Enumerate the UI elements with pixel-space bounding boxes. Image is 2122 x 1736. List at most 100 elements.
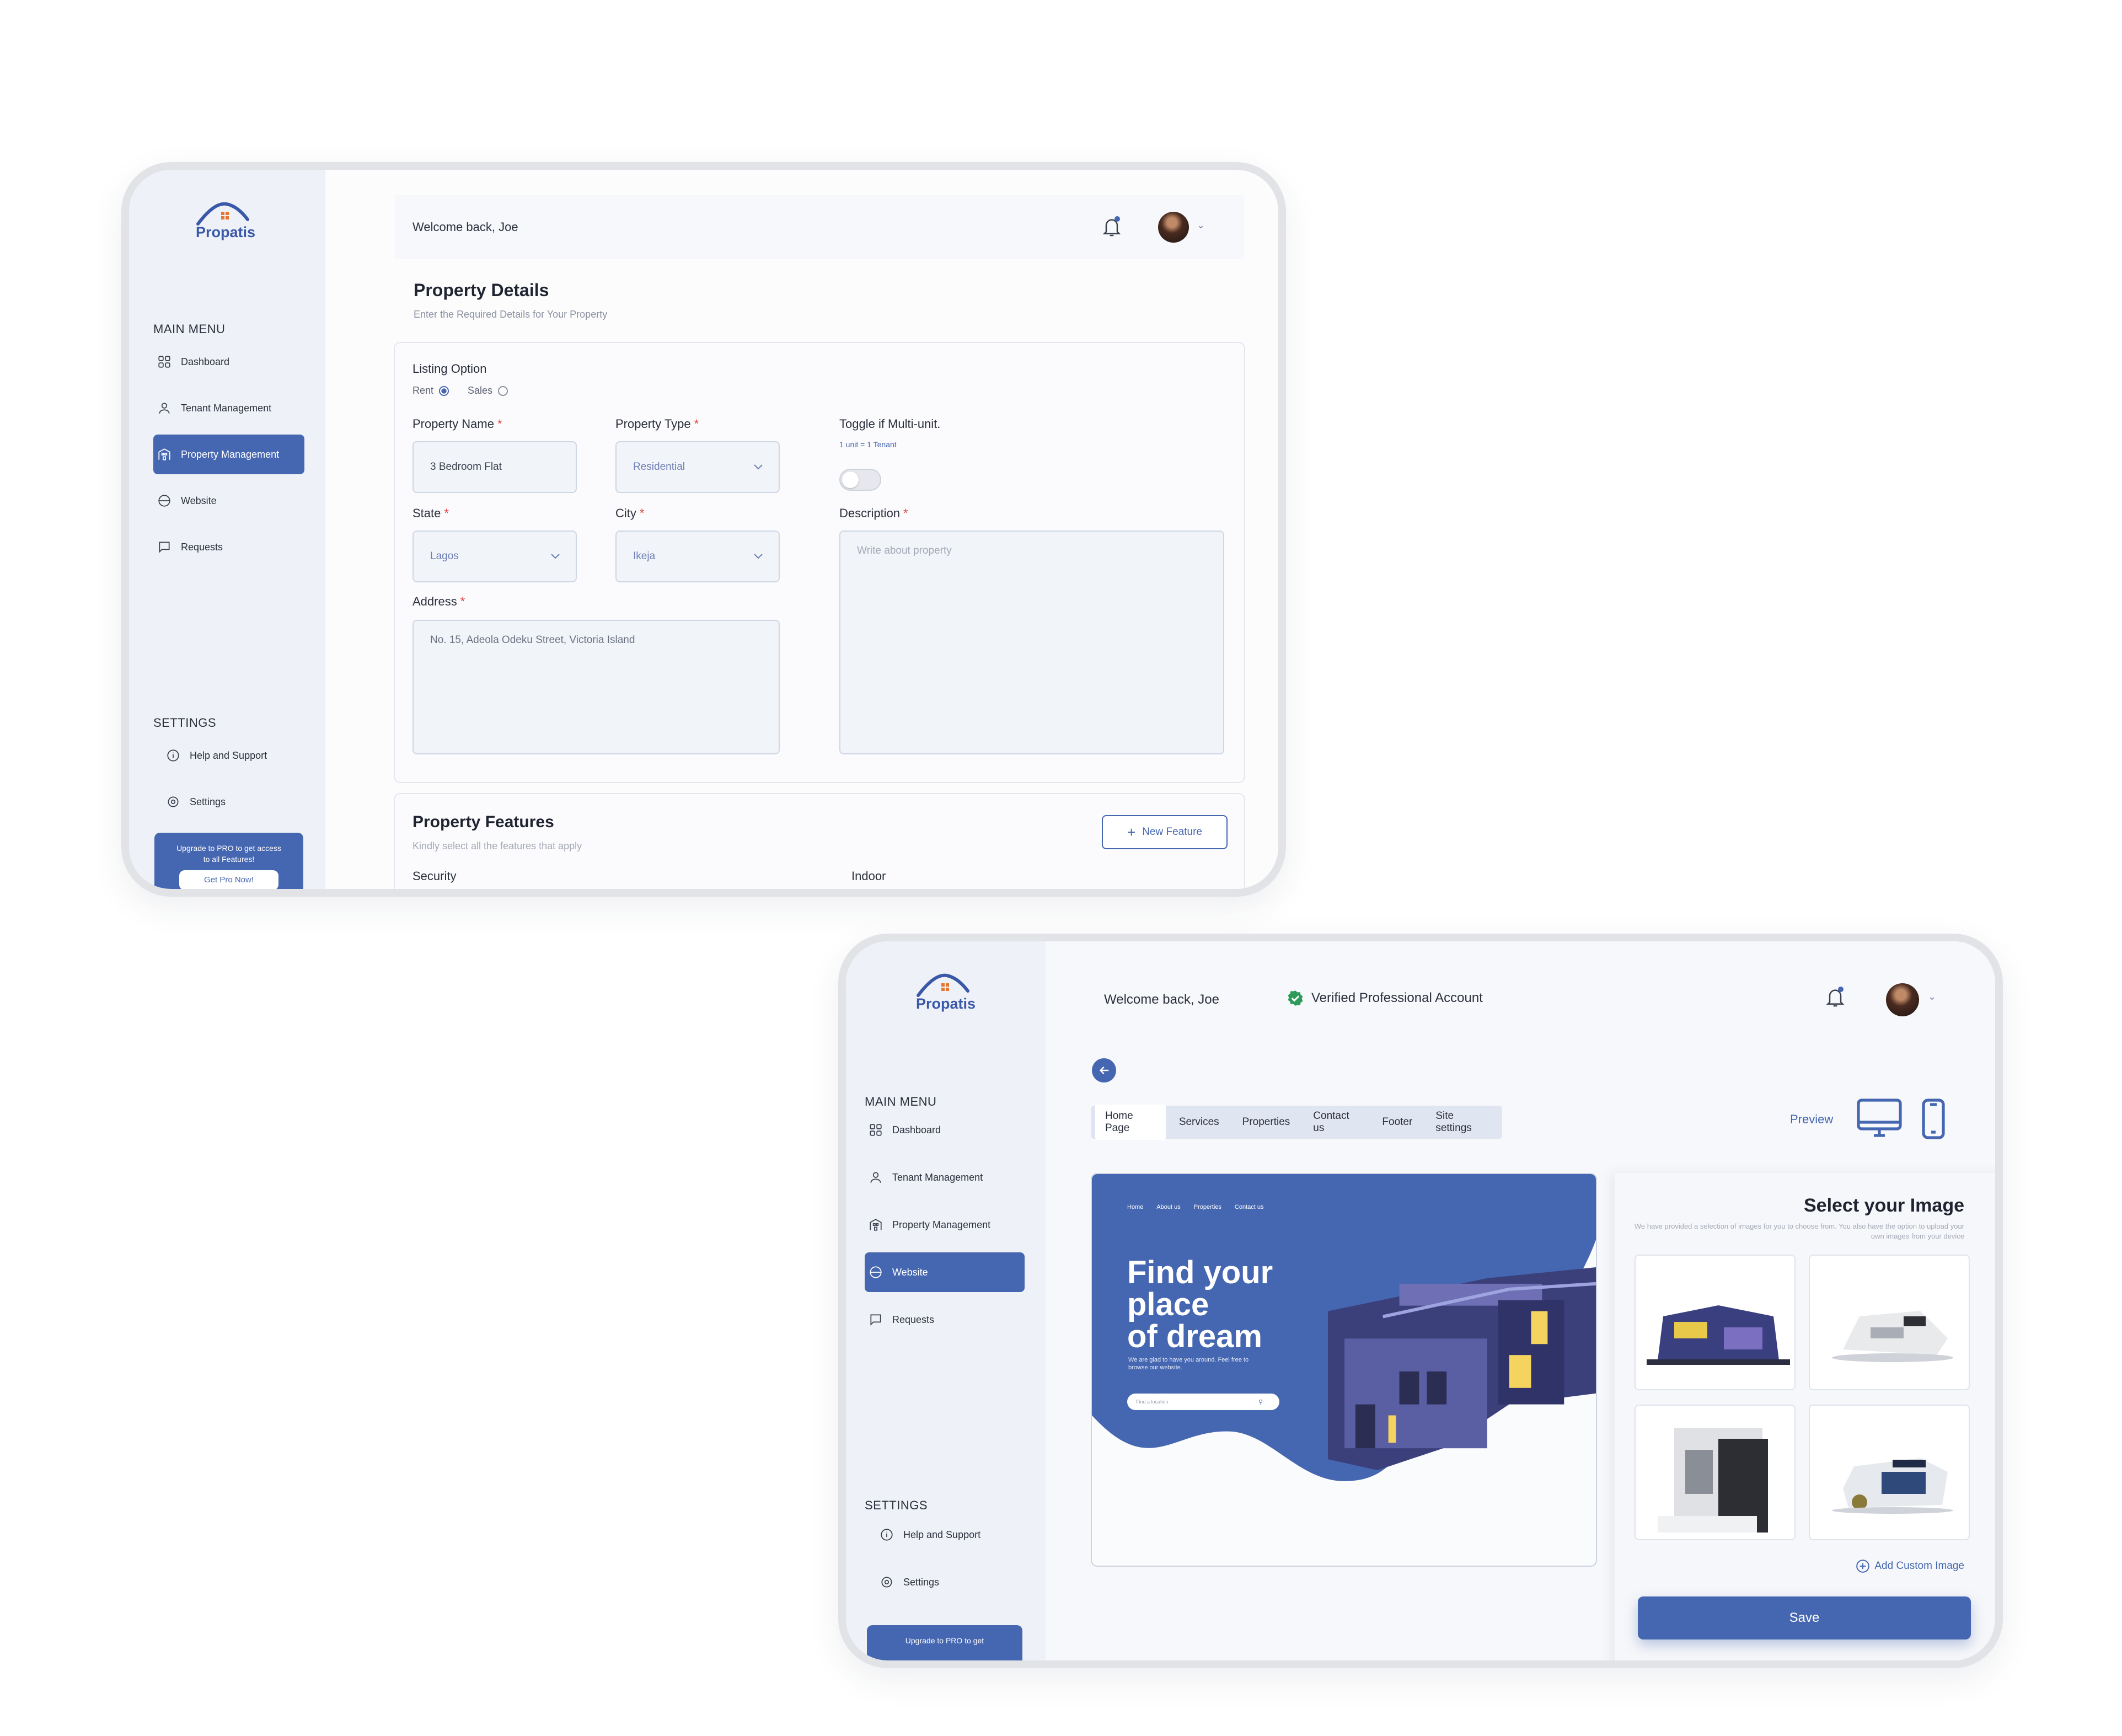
sales-radio[interactable] bbox=[498, 385, 508, 396]
gear-icon bbox=[879, 1574, 894, 1590]
add-custom-image-button[interactable]: Add Custom Image bbox=[1856, 1559, 1964, 1573]
property-type-value: Residential bbox=[633, 461, 685, 473]
sidebar-item-label: Property Management bbox=[892, 1219, 991, 1230]
user-icon bbox=[868, 1170, 883, 1185]
tab-site-settings[interactable]: Site settings bbox=[1426, 1105, 1498, 1140]
grid-icon bbox=[157, 354, 172, 369]
description-textarea[interactable]: Write about property bbox=[839, 531, 1224, 754]
toggle-multi-unit-label: Toggle if Multi-unit. bbox=[839, 417, 941, 431]
building-icon bbox=[157, 447, 172, 462]
tab-services[interactable]: Services bbox=[1169, 1111, 1229, 1134]
image-option-4[interactable] bbox=[1809, 1405, 1970, 1540]
avatar[interactable] bbox=[1158, 212, 1189, 243]
image-panel-title: Select your Image bbox=[1803, 1195, 1964, 1216]
hero-nav-contact[interactable]: Contact us bbox=[1235, 1204, 1264, 1210]
address-textarea[interactable]: No. 15, Adeola Odeku Street, Victoria Is… bbox=[412, 620, 780, 754]
sidebar-item-tenant-management[interactable]: Tenant Management bbox=[865, 1158, 1025, 1197]
gear-icon bbox=[165, 794, 181, 810]
bell-icon[interactable] bbox=[1101, 215, 1123, 242]
hero-title-line-1: Find your bbox=[1127, 1255, 1273, 1290]
sidebar-item-website[interactable]: Website bbox=[153, 481, 302, 521]
multi-unit-toggle[interactable] bbox=[839, 469, 881, 491]
building-icon bbox=[868, 1217, 883, 1233]
verified-badge: Verified Professional Account bbox=[1287, 990, 1483, 1006]
sidebar-item-requests[interactable]: Requests bbox=[153, 527, 302, 567]
image-option-3[interactable] bbox=[1635, 1405, 1796, 1540]
sidebar-item-dashboard[interactable]: Dashboard bbox=[153, 342, 302, 382]
chat-icon bbox=[157, 539, 172, 555]
arrow-left-icon bbox=[1099, 1067, 1109, 1074]
get-pro-button[interactable]: Get Pro Now! bbox=[179, 870, 278, 889]
desktop-icon[interactable] bbox=[1856, 1098, 1903, 1143]
property-details-card: Listing Option Rent Sales Property Name *… bbox=[394, 342, 1245, 783]
save-button[interactable]: Save bbox=[1638, 1596, 1971, 1639]
property-type-select[interactable]: Residential bbox=[615, 441, 780, 493]
sidebar-item-label: Dashboard bbox=[181, 356, 230, 367]
sidebar-item-website[interactable]: Website bbox=[865, 1252, 1025, 1292]
sidebar-item-tenant-management[interactable]: Tenant Management bbox=[153, 388, 302, 428]
top-bar: Welcome back, Joe ⌄ bbox=[395, 195, 1244, 259]
hero-nav-about[interactable]: About us bbox=[1156, 1204, 1180, 1210]
back-button[interactable] bbox=[1092, 1058, 1116, 1083]
chevron-down-icon[interactable]: ⌄ bbox=[1928, 991, 1936, 1003]
device-frame-property-details: Propatis MAIN MENU Dashboard Tenant Mana… bbox=[121, 162, 1286, 897]
tab-footer[interactable]: Footer bbox=[1372, 1111, 1422, 1134]
bell-icon[interactable] bbox=[1824, 985, 1846, 1012]
device-frame-website-builder: Propatis MAIN MENU Dashboard Tenant Mana… bbox=[838, 934, 2003, 1668]
main-menu-heading: MAIN MENU bbox=[153, 322, 226, 336]
sidebar-item-label: Website bbox=[892, 1266, 928, 1278]
tab-contact-us[interactable]: Contact us bbox=[1303, 1105, 1369, 1140]
house-image-1 bbox=[1647, 1305, 1790, 1365]
house-image-4 bbox=[1832, 1458, 1953, 1514]
sidebar-item-label: Settings bbox=[190, 796, 226, 807]
chevron-down-icon[interactable]: ⌄ bbox=[1197, 219, 1205, 231]
search-icon: ⚲ bbox=[1258, 1399, 1263, 1406]
sidebar-item-requests[interactable]: Requests bbox=[865, 1300, 1025, 1339]
hero-preview[interactable]: Home About us Properties Contact us Find… bbox=[1091, 1173, 1597, 1567]
page-title: Property Details bbox=[414, 280, 549, 300]
propatis-logo[interactable]: Propatis bbox=[184, 199, 267, 241]
mobile-icon[interactable] bbox=[1921, 1098, 1946, 1143]
sidebar-item-dashboard[interactable]: Dashboard bbox=[865, 1110, 1025, 1150]
verified-check-icon bbox=[1288, 990, 1303, 1006]
sidebar-item-help-and-support[interactable]: Help and Support bbox=[162, 736, 300, 775]
house-roof-icon bbox=[917, 973, 969, 997]
preview-label: Preview bbox=[1790, 1112, 1834, 1126]
settings-heading: SETTINGS bbox=[153, 716, 217, 730]
sidebar-item-settings[interactable]: Settings bbox=[876, 1562, 1025, 1602]
avatar[interactable] bbox=[1886, 983, 1919, 1016]
propatis-logo[interactable]: Propatis bbox=[904, 970, 987, 1012]
sales-label: Sales bbox=[468, 385, 493, 396]
rent-label: Rent bbox=[412, 385, 434, 396]
sidebar-item-help-and-support[interactable]: Help and Support bbox=[876, 1515, 1025, 1555]
hero-title-line-2: place bbox=[1127, 1287, 1209, 1322]
property-name-input[interactable]: 3 Bedroom Flat bbox=[412, 441, 577, 493]
logo-text: Propatis bbox=[915, 995, 976, 1012]
hero-search-input[interactable]: Find a location ⚲ bbox=[1127, 1394, 1279, 1410]
sidebar-item-property-management[interactable]: Property Management bbox=[865, 1205, 1025, 1245]
property-details-screen: Propatis MAIN MENU Dashboard Tenant Mana… bbox=[129, 170, 1278, 889]
add-circle-icon bbox=[1856, 1560, 1870, 1573]
tab-properties[interactable]: Properties bbox=[1233, 1111, 1300, 1134]
grid-icon bbox=[868, 1122, 883, 1138]
sidebar-item-property-management[interactable]: Property Management bbox=[153, 435, 304, 474]
info-icon bbox=[879, 1527, 894, 1542]
state-select[interactable]: Lagos bbox=[412, 531, 577, 582]
new-feature-label: New Feature bbox=[1142, 826, 1202, 838]
image-option-1[interactable] bbox=[1635, 1255, 1796, 1390]
image-option-2[interactable] bbox=[1809, 1255, 1970, 1390]
hero-description: We are glad to have you around. Feel fre… bbox=[1128, 1357, 1249, 1371]
add-custom-image-label: Add Custom Image bbox=[1874, 1560, 1964, 1572]
hero-nav-home[interactable]: Home bbox=[1127, 1204, 1143, 1210]
tab-home-page[interactable]: Home Page bbox=[1095, 1105, 1166, 1140]
image-picker-panel: Select your Image We have provided a sel… bbox=[1615, 1173, 1995, 1660]
website-builder-screen: Propatis MAIN MENU Dashboard Tenant Mana… bbox=[846, 941, 1995, 1660]
rent-radio[interactable] bbox=[439, 385, 449, 396]
house-image-2 bbox=[1832, 1311, 1953, 1362]
sidebar-item-label: Dashboard bbox=[892, 1124, 941, 1135]
new-feature-button[interactable]: + New Feature bbox=[1102, 815, 1228, 849]
city-select[interactable]: Ikeja bbox=[615, 531, 780, 582]
sidebar-item-settings[interactable]: Settings bbox=[162, 782, 300, 822]
chevron-down-icon bbox=[754, 554, 763, 559]
hero-nav-properties[interactable]: Properties bbox=[1194, 1204, 1221, 1210]
